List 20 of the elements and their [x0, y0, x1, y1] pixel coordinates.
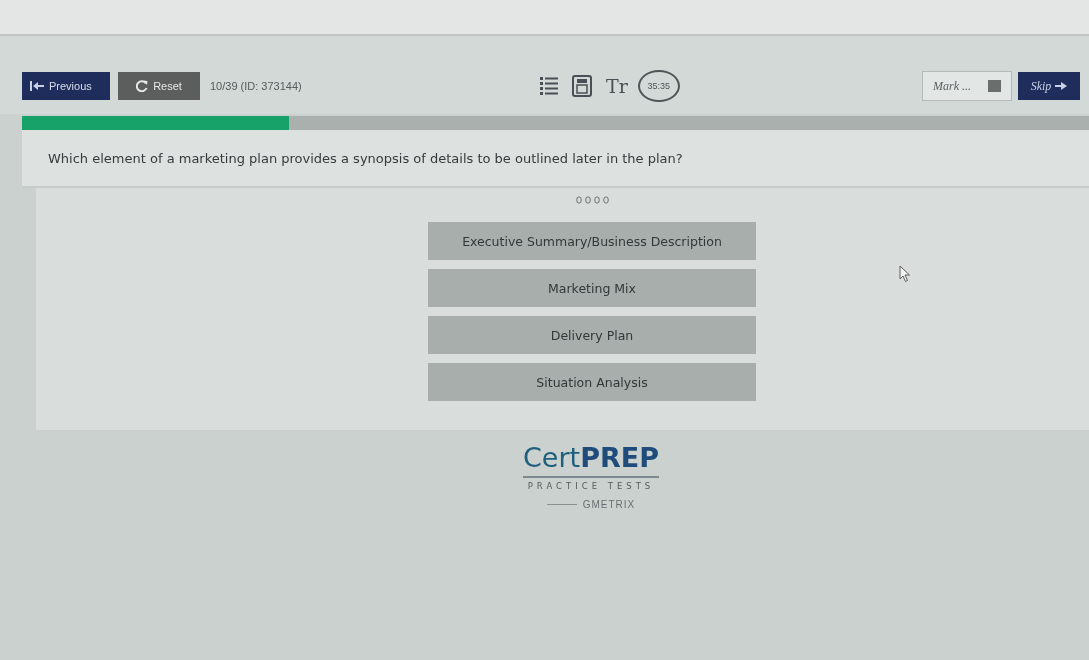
- timer: 35:35: [637, 70, 680, 102]
- skip-button[interactable]: Skip: [1018, 72, 1080, 100]
- refresh-icon: [136, 80, 149, 92]
- certprep-logo: CertPREP PRACTICE TESTS GMETRIX: [522, 442, 660, 510]
- arrow-right-icon: [1055, 81, 1068, 91]
- question-text: Which element of a marketing plan provides a synopsis of details to be outlined later in the plan?: [48, 150, 683, 166]
- checkbox-icon[interactable]: [988, 80, 1001, 92]
- previous-button[interactable]: Previous: [22, 72, 110, 100]
- calculator-icon[interactable]: [572, 75, 592, 97]
- answer-option[interactable]: Marketing Mix: [428, 269, 756, 307]
- list-icon[interactable]: [540, 76, 558, 96]
- arrow-left-bar-icon: [30, 81, 44, 91]
- mark-checkbox[interactable]: Mark ...: [922, 71, 1012, 101]
- answer-option[interactable]: Situation Analysis: [428, 363, 756, 401]
- answer-option[interactable]: Executive Summary/Business Description: [428, 222, 756, 260]
- reset-button[interactable]: Reset: [118, 72, 200, 100]
- mouse-pointer-icon: [899, 265, 911, 283]
- question-counter: 10/39 (ID: 373144): [210, 80, 302, 92]
- answer-option[interactable]: Delivery Plan: [428, 316, 756, 354]
- text-size-button[interactable]: Tr: [606, 75, 628, 97]
